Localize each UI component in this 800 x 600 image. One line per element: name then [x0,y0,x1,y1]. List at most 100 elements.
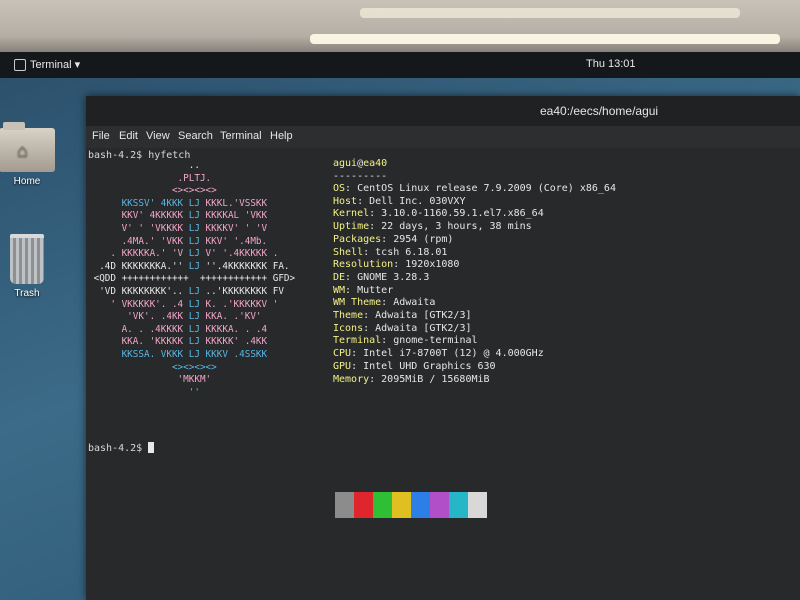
info-value: : 2095MiB / 15680MiB [369,373,490,385]
logo-row: 'MKKM' [88,374,212,386]
ceiling-light [310,34,780,44]
hostname: ea40 [363,158,388,169]
terminal-menubar: File Edit View Search Terminal Help [86,126,800,148]
info-value: : 3.10.0-1160.59.1.el7.x86_64 [369,208,544,220]
separator-line: --------- [333,171,388,182]
info-value: : Intel i7-8700T (12) @ 4.000GHz [351,348,544,360]
info-key: WM Theme [333,297,382,309]
info-row: Shell: tcsh 6.18.01 [333,247,447,260]
gnome-top-bar: Terminal ▾ Thu 13:01 [0,52,800,78]
logo-row: KKA. 'KKKKK LJ KKKKK' .4KK [88,336,268,348]
room-background [0,0,800,60]
info-key: Uptime [333,221,370,233]
info-row: OS: CentOS Linux release 7.9.2009 (Core)… [333,183,616,196]
color-swatch [392,492,411,518]
menu-edit[interactable]: Edit [119,130,138,142]
desktop-trash-icon[interactable]: Trash [0,234,62,299]
menu-help[interactable]: Help [270,130,293,142]
home-label: Home [13,176,41,187]
logo-row: .PLTJ. [88,172,212,184]
info-value: : 2954 (rpm) [381,233,454,245]
info-value: : Adwaita [381,297,436,309]
color-swatch [430,492,449,518]
info-row: Icons: Adwaita [GTK2/3] [333,323,471,336]
info-value: : 1920x1080 [393,259,460,271]
logo-row: '' [88,386,200,398]
info-value: : gnome-terminal [381,335,478,347]
info-row: Terminal: gnome-terminal [333,335,478,348]
logo-row: .. [88,160,200,171]
info-value: : Intel UHD Graphics 630 [351,360,496,372]
info-key: OS [333,183,346,194]
info-row: CPU: Intel i7-8700T (12) @ 4.000GHz [333,348,544,361]
logo-row: 'VD KKKKKKKK'.. LJ ..'KKKKKKKK FV [88,286,284,297]
info-row: WM: Mutter [333,285,393,298]
logo-row: <><><><> [88,361,217,373]
menu-view[interactable]: View [146,130,170,142]
username: agui [333,158,358,169]
info-key: WM [333,284,346,296]
info-value: : CentOS Linux release 7.9.2009 (Core) x… [345,183,616,194]
trash-label: Trash [14,288,40,299]
color-swatch [373,492,392,518]
info-row: Resolution: 1920x1080 [333,259,459,272]
info-key: GPU [333,360,352,372]
info-row: Uptime: 22 days, 3 hours, 38 mins [333,221,532,234]
clock[interactable]: Thu 13:01 [586,58,636,70]
logo-row: <><><><> [88,185,217,197]
text-cursor [148,442,155,453]
logo-row: KKSSV' 4KKK LJ KKKL.'VSSKK [88,197,268,209]
logo-row: A. . .4KKKK LJ KKKKA. . .4 [88,323,268,335]
ceiling-light [360,8,740,18]
terminal-titlebar[interactable]: ea40:/eecs/home/agui [86,96,800,126]
info-key: DE [333,271,346,283]
folder-icon: ⌂ [0,122,55,172]
color-swatch [354,492,373,518]
info-value: : Mutter [345,284,394,296]
info-value: : tcsh 6.18.01 [363,246,448,258]
terminal-output[interactable]: bash-4.2$ hyfetch .. .PLTJ. <><><><> KKS… [86,148,800,600]
menu-search[interactable]: Search [178,130,213,142]
info-key: Host [333,195,358,207]
color-swatch [411,492,430,518]
info-row: Theme: Adwaita [GTK2/3] [333,310,471,323]
window-title: ea40:/eecs/home/agui [540,104,659,118]
color-swatch [335,492,354,518]
logo-row: .4D KKKKKKKA.'' LJ ''.4KKKKKKK FA. [88,260,290,272]
info-key: CPU [333,348,352,360]
info-key: Kernel [333,208,370,220]
prompt-line: bash-4.2$ [88,442,155,455]
color-swatch [449,492,468,518]
info-key: Theme [333,310,364,321]
info-value: : Adwaita [GTK2/3] [363,322,472,334]
info-row: DE: GNOME 3.28.3 [333,272,429,285]
logo-row: <QDD ++++++++++++ ++++++++++++ GFD> [88,273,296,285]
app-menu-button[interactable]: Terminal ▾ [30,58,80,71]
prompt: bash-4.2$ [88,443,149,454]
logo-row: 'VK'. .4KK LJ KKA. .'KV' [88,311,262,323]
info-row: Kernel: 3.10.0-1160.59.1.el7.x86_64 [333,208,544,221]
info-value: : 22 days, 3 hours, 38 mins [369,221,532,233]
info-key: Icons [333,322,364,334]
logo-row: V' ' 'VKKKK LJ KKKKV' ' 'V [88,223,268,234]
info-key: Packages [333,233,382,245]
info-row: WM Theme: Adwaita [333,297,435,310]
desktop-home-icon[interactable]: ⌂ Home [0,122,62,187]
menu-terminal[interactable]: Terminal [220,130,262,142]
trash-icon [10,234,44,284]
activities-icon[interactable] [14,59,26,71]
menu-file[interactable]: File [92,130,110,142]
info-key: Memory [333,373,370,385]
info-key: Terminal [333,335,382,347]
logo-row: .4MA.' 'VKK LJ KKV' '.4Mb. [88,235,268,247]
info-value: : GNOME 3.28.3 [345,271,430,283]
info-value: : Dell Inc. 030VXY [357,195,466,207]
info-key: Resolution [333,259,394,271]
terminal-window[interactable]: ea40:/eecs/home/agui File Edit View Sear… [86,96,800,600]
logo-row: ' VKKKKK'. .4 LJ K. .'KKKKKV ' [88,298,279,310]
info-row: Packages: 2954 (rpm) [333,234,453,247]
logo-row: KKSSA. VKKK LJ KKKV .4SSKK [88,349,268,360]
desktop-screen: Terminal ▾ Thu 13:01 ⌂ Home Trash ea40:/… [0,52,800,600]
info-row: Host: Dell Inc. 030VXY [333,196,465,209]
info-row: GPU: Intel UHD Graphics 630 [333,361,496,374]
